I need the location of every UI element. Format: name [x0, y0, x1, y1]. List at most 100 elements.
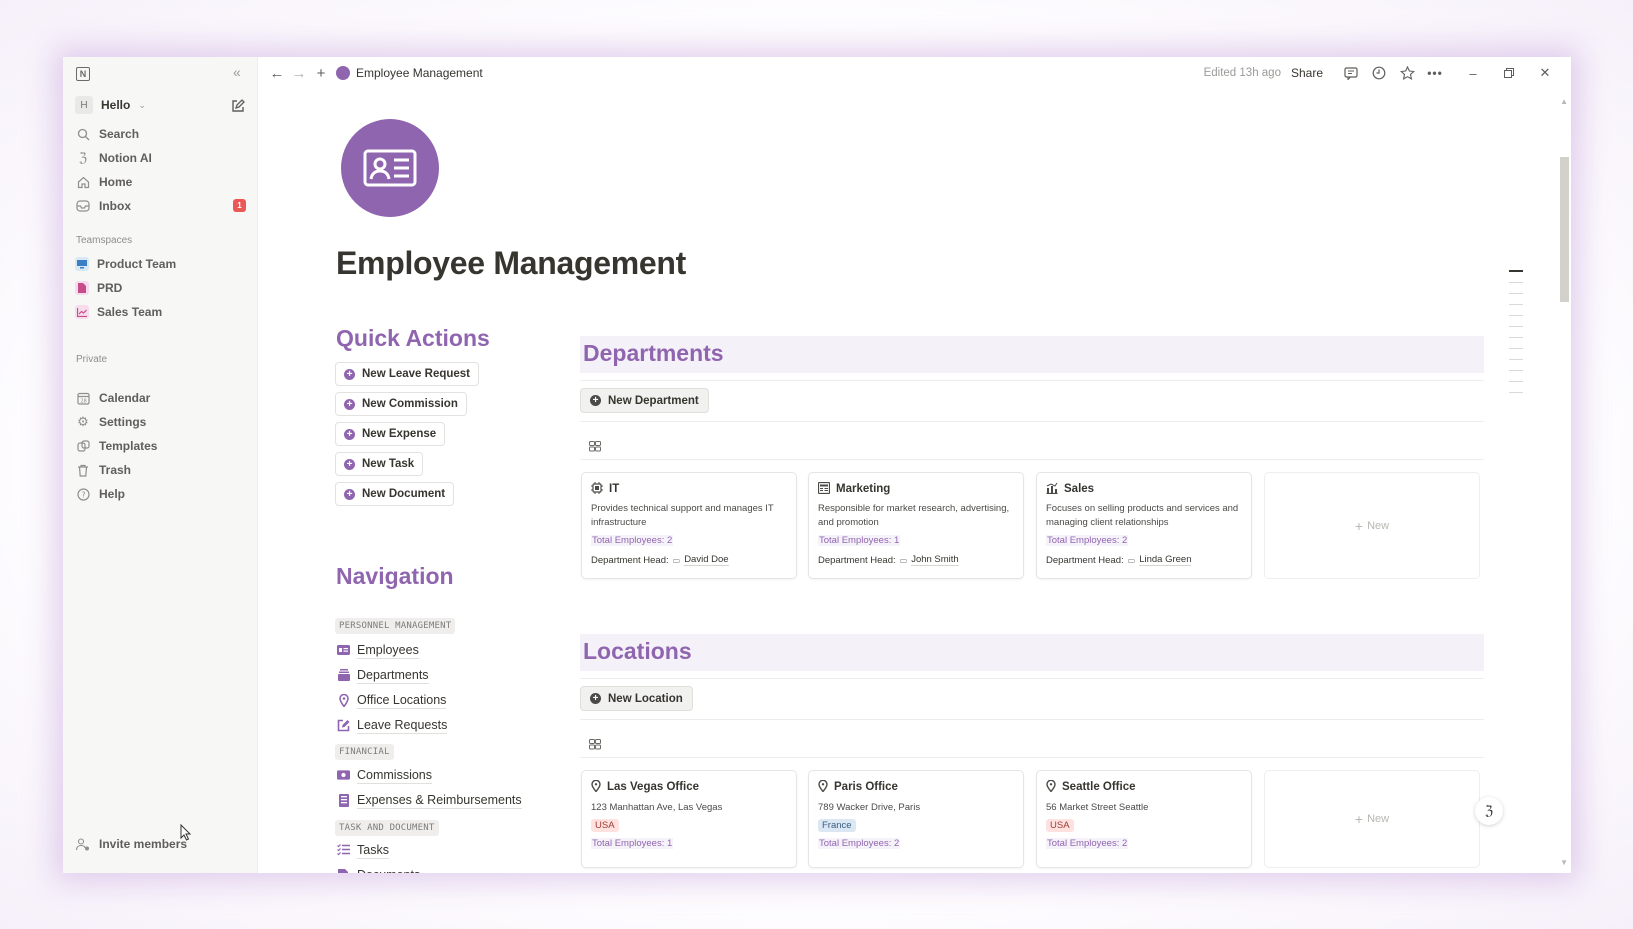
- favorite-star-icon[interactable]: [1393, 62, 1421, 84]
- new-document-button[interactable]: + New Document: [335, 482, 455, 506]
- department-card-sales[interactable]: Sales Focuses on selling products and se…: [1036, 472, 1252, 579]
- person-icon: ▭: [672, 555, 681, 565]
- plus-icon: +: [1354, 811, 1364, 827]
- help-icon: ?: [75, 486, 91, 502]
- nav-link-employees[interactable]: Employees: [337, 640, 419, 660]
- notion-ai-icon: ℨ: [78, 150, 87, 165]
- new-commission-button[interactable]: + New Commission: [335, 392, 467, 416]
- receipt-icon: [337, 793, 350, 807]
- divider: [580, 380, 1484, 381]
- plus-circle-icon: +: [590, 395, 601, 406]
- nav-link-commissions[interactable]: Commissions: [337, 765, 433, 785]
- forward-arrow-icon[interactable]: →: [288, 62, 310, 84]
- comments-icon[interactable]: [1337, 62, 1365, 84]
- id-card-icon: [337, 644, 350, 657]
- sidebar-item-help[interactable]: ? Help: [75, 483, 125, 505]
- scroll-up-arrow-icon[interactable]: ▲: [1560, 97, 1568, 106]
- minimize-window-icon[interactable]: –: [1455, 57, 1491, 89]
- total-employees: Total Employees: 1: [818, 535, 901, 546]
- svg-text:28: 28: [80, 398, 86, 404]
- new-task-button[interactable]: + New Task: [335, 452, 424, 476]
- gallery-view-icon[interactable]: [589, 737, 601, 755]
- sidebar-item-sales-team[interactable]: Sales Team: [75, 301, 162, 323]
- nav-link-expenses-reimbursements[interactable]: Expenses & Reimbursements: [337, 790, 522, 810]
- department-head-link[interactable]: John Smith: [911, 554, 959, 566]
- new-location-card[interactable]: + New: [1264, 770, 1480, 868]
- country-tag: USA: [1046, 819, 1074, 832]
- new-expense-button[interactable]: + New Expense: [335, 422, 446, 446]
- new-department-card[interactable]: + New: [1264, 472, 1480, 579]
- location-address: 123 Manhattan Ave, Las Vegas: [591, 802, 723, 813]
- notion-ai-floating-button[interactable]: ℨ: [1475, 797, 1503, 825]
- department-head: Department Head: ▭ David Doe: [591, 554, 729, 566]
- department-card-it[interactable]: IT Provides technical support and manage…: [581, 472, 797, 579]
- table-of-contents-minimap[interactable]: [1509, 270, 1523, 403]
- new-tab-plus-icon[interactable]: +: [310, 62, 332, 84]
- gallery-view-icon[interactable]: [589, 439, 601, 457]
- department-description: Focuses on selling products and services…: [1046, 503, 1239, 528]
- location-card-las-vegas[interactable]: Las Vegas Office 123 Manhattan Ave, Las …: [581, 770, 797, 868]
- new-leave-request-button[interactable]: + New Leave Request: [335, 362, 480, 386]
- sidebar-item-search[interactable]: Search: [75, 123, 139, 145]
- person-icon: ▭: [1127, 555, 1136, 565]
- scroll-down-arrow-icon[interactable]: ▼: [1560, 858, 1568, 867]
- location-pin-icon: [591, 779, 601, 795]
- new-department-button[interactable]: + New Department: [580, 388, 709, 413]
- total-employees: Total Employees: 2: [818, 838, 901, 849]
- more-options-icon[interactable]: •••: [1421, 62, 1449, 84]
- nav-link-office-locations[interactable]: Office Locations: [337, 690, 447, 710]
- vertical-scrollbar[interactable]: ▲ ▼: [1559, 97, 1571, 867]
- invite-members-button[interactable]: Invite members: [75, 833, 187, 855]
- scrollbar-thumb[interactable]: [1560, 157, 1569, 302]
- search-icon: [75, 126, 91, 142]
- breadcrumb[interactable]: Employee Management: [336, 66, 483, 80]
- location-card-seattle[interactable]: Seattle Office 56 Market Street Seattle …: [1036, 770, 1252, 868]
- edit-icon: [337, 719, 350, 732]
- sidebar-item-inbox[interactable]: Inbox: [75, 195, 131, 217]
- sidebar-item-product-team[interactable]: Product Team: [75, 253, 176, 275]
- collapse-sidebar-icon[interactable]: «: [233, 64, 241, 80]
- notion-logo-icon[interactable]: N: [76, 67, 90, 81]
- nav-link-tasks[interactable]: Tasks: [337, 840, 389, 860]
- divider: [580, 459, 1484, 460]
- calendar-icon: 28: [75, 390, 91, 406]
- sidebar-item-notion-ai[interactable]: ℨ Notion AI: [75, 147, 152, 169]
- sidebar-item-home[interactable]: Home: [75, 171, 132, 193]
- location-card-paris[interactable]: Paris Office 789 Wacker Drive, Paris Fra…: [808, 770, 1024, 868]
- edited-timestamp: Edited 13h ago: [1203, 67, 1281, 79]
- close-window-icon[interactable]: ✕: [1527, 57, 1563, 89]
- nav-link-departments[interactable]: Departments: [337, 665, 429, 685]
- chip-icon: [591, 481, 603, 497]
- nav-link-leave-requests[interactable]: Leave Requests: [337, 715, 448, 735]
- mouse-cursor-icon: [180, 823, 192, 846]
- plus-circle-icon: +: [344, 458, 355, 470]
- department-card-marketing[interactable]: Marketing Responsible for market researc…: [808, 472, 1024, 579]
- templates-icon: [75, 438, 91, 454]
- location-address: 56 Market Street Seattle: [1046, 802, 1149, 813]
- history-clock-icon[interactable]: [1365, 62, 1393, 84]
- contact-card-icon[interactable]: [341, 119, 439, 217]
- department-head-link[interactable]: Linda Green: [1139, 554, 1192, 566]
- sidebar-item-trash[interactable]: Trash: [75, 459, 131, 481]
- sidebar-item-prd[interactable]: PRD: [75, 277, 122, 299]
- restore-window-icon[interactable]: [1491, 57, 1527, 89]
- nav-link-documents[interactable]: Documents: [337, 865, 420, 873]
- workspace-switcher[interactable]: H Hello ⌄: [75, 94, 146, 116]
- plus-circle-icon: +: [344, 368, 355, 380]
- back-arrow-icon[interactable]: ←: [266, 62, 288, 84]
- country-tag: France: [818, 819, 856, 832]
- share-button[interactable]: Share: [1291, 66, 1323, 80]
- sidebar-item-settings[interactable]: ⚙ Settings: [75, 411, 146, 433]
- chevron-down-icon: ⌄: [138, 99, 146, 110]
- location-pin-icon: [1046, 779, 1056, 795]
- compose-icon: [232, 99, 245, 112]
- total-employees: Total Employees: 2: [591, 535, 674, 546]
- sidebar-item-calendar[interactable]: 28 Calendar: [75, 387, 150, 409]
- new-page-button[interactable]: [231, 99, 245, 118]
- new-location-button[interactable]: + New Location: [580, 686, 693, 711]
- sidebar-item-templates[interactable]: Templates: [75, 435, 157, 457]
- plus-circle-icon: +: [344, 488, 355, 500]
- page-title[interactable]: Employee Management: [336, 245, 686, 282]
- department-head-link[interactable]: David Doe: [684, 554, 729, 566]
- location-address: 789 Wacker Drive, Paris: [818, 802, 921, 813]
